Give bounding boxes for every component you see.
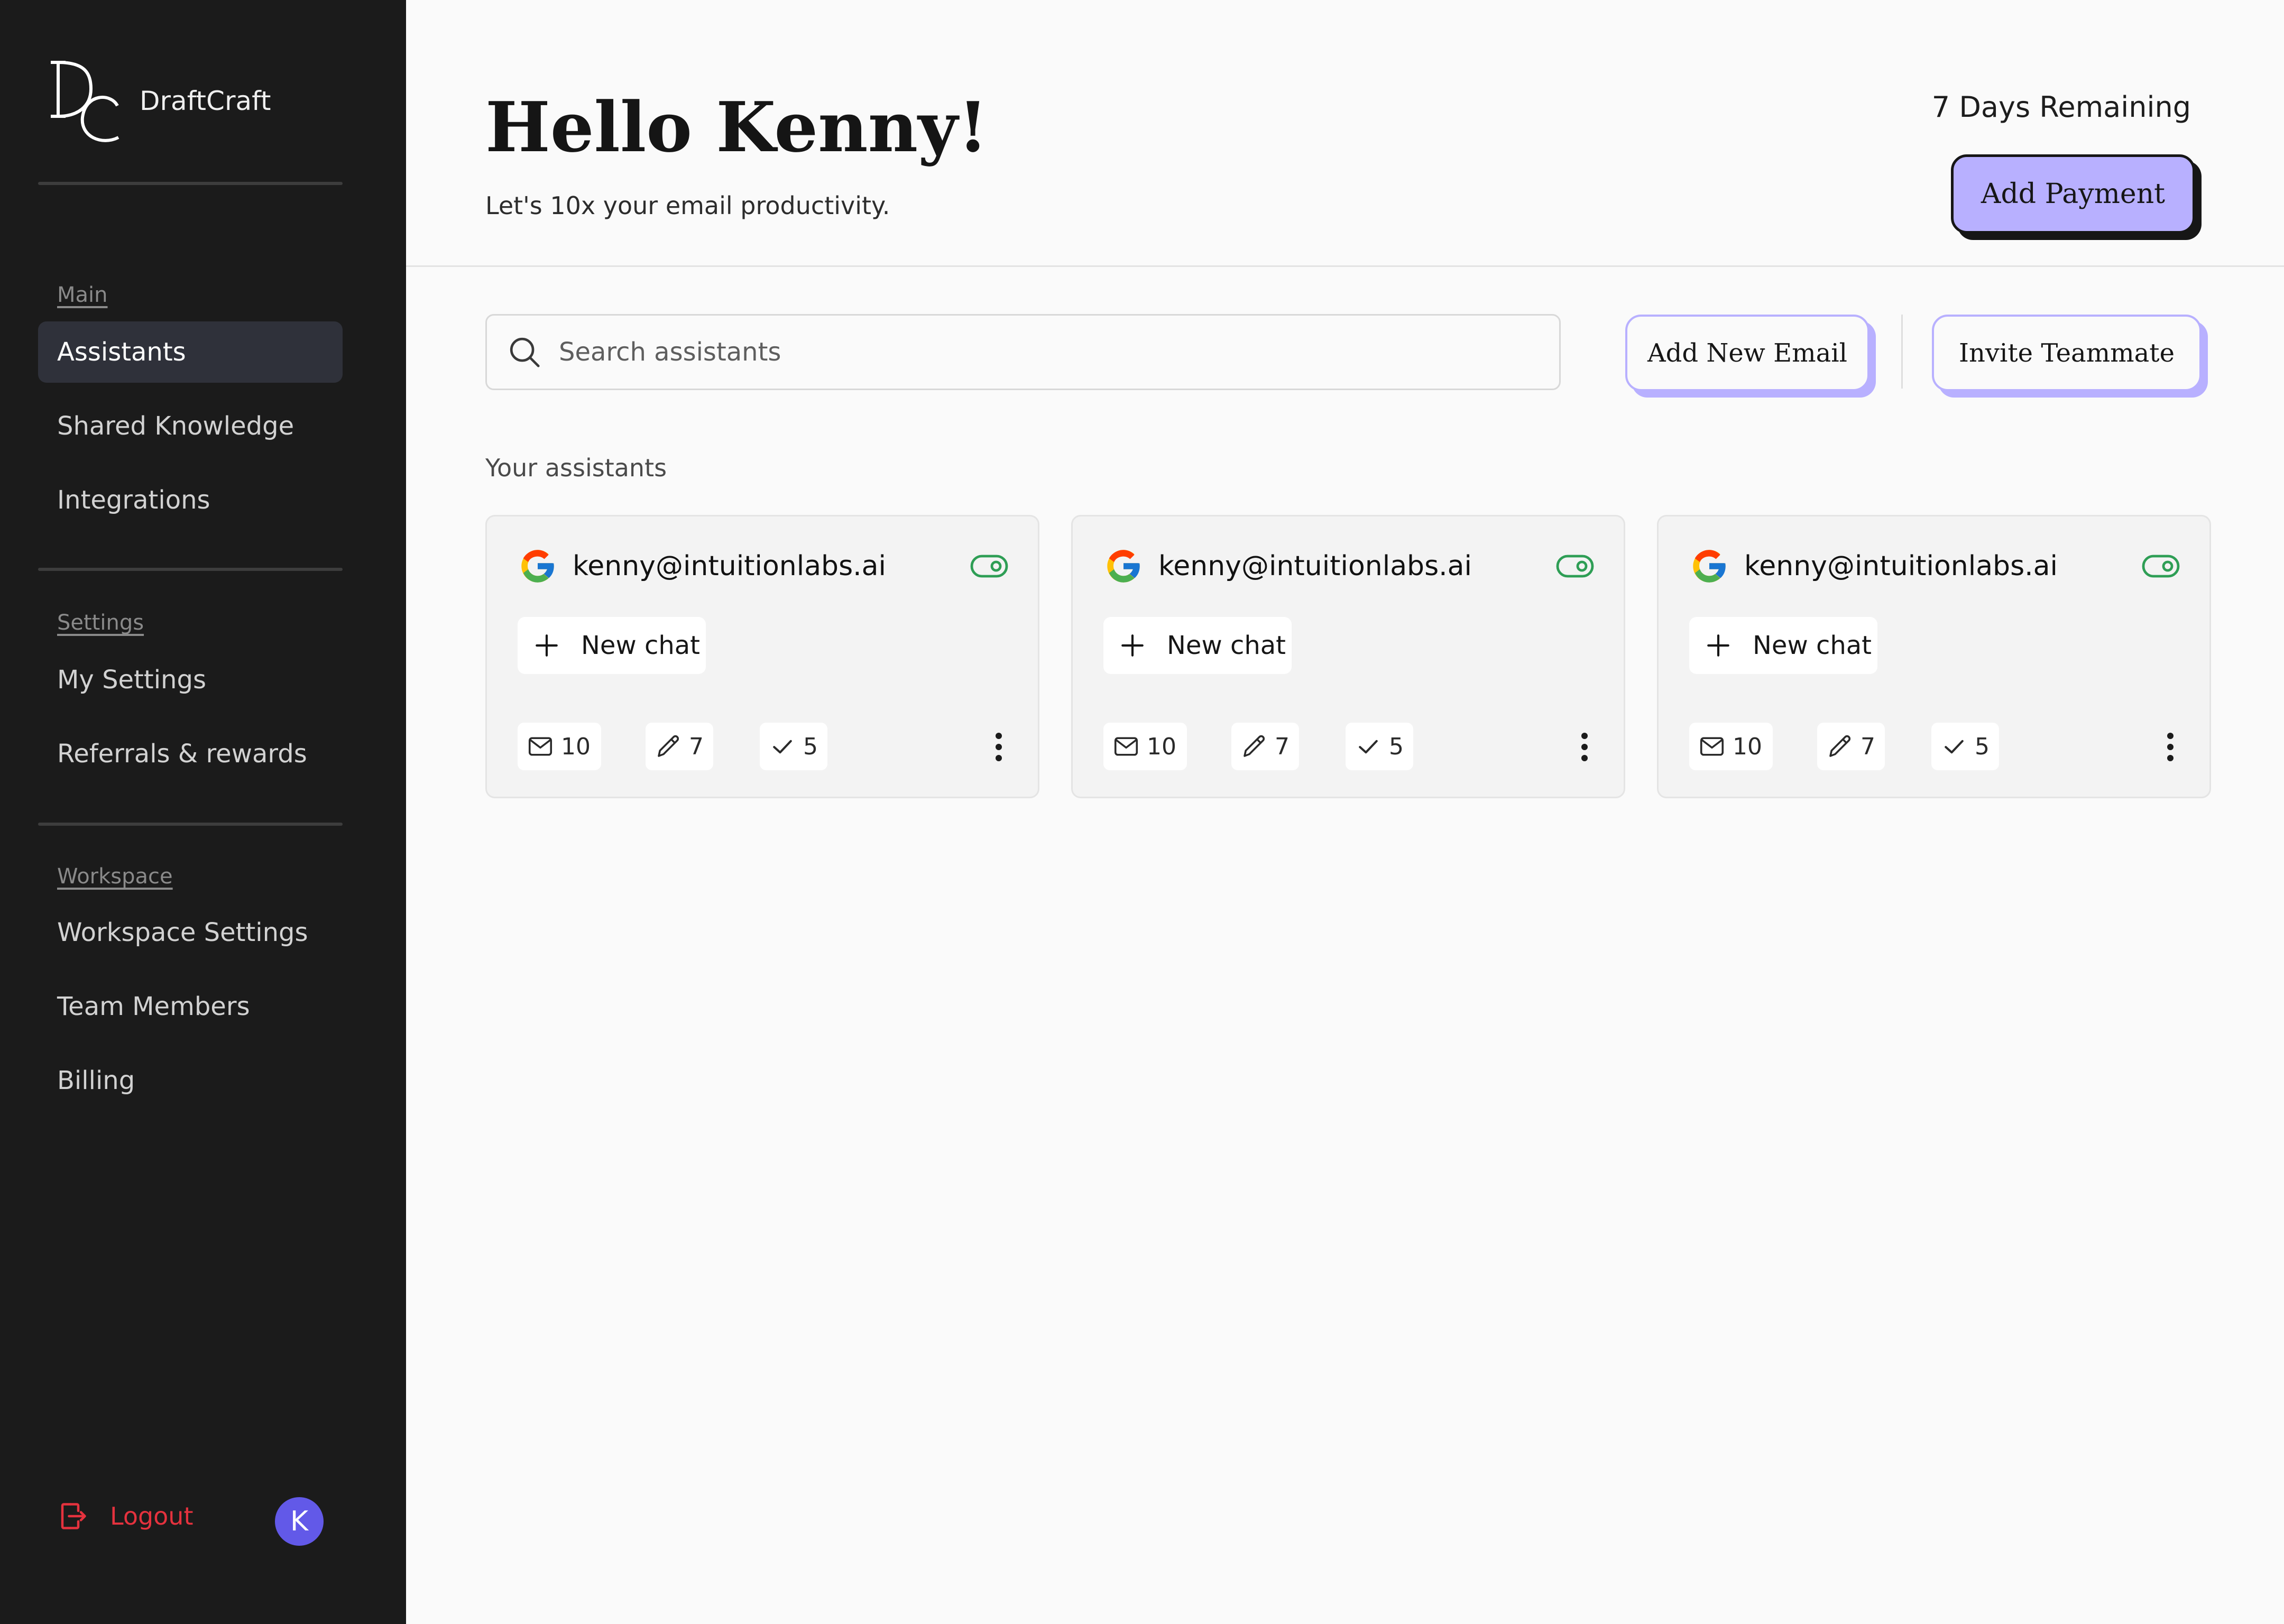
- section-label-workspace: Workspace: [57, 864, 173, 889]
- new-chat-button[interactable]: New chat: [1689, 617, 1877, 674]
- more-options-icon[interactable]: [992, 731, 1005, 763]
- emails-count: 10: [561, 733, 591, 760]
- drafts-count-badge: 7: [646, 723, 713, 770]
- emails-count-badge: 10: [518, 723, 601, 770]
- plus-icon: [1121, 634, 1144, 657]
- header-divider: [406, 265, 2284, 267]
- drafts-count: 7: [1861, 733, 1875, 760]
- sidebar-item-billing[interactable]: Billing: [38, 1050, 343, 1111]
- avatar[interactable]: K: [275, 1497, 324, 1546]
- sent-count-badge: 5: [760, 723, 827, 770]
- google-icon: [1693, 550, 1726, 583]
- google-icon: [1107, 550, 1140, 583]
- sidebar: DraftCraft Main Assistants Shared Knowle…: [0, 0, 406, 1624]
- logout-icon: [61, 1503, 86, 1529]
- sidebar-item-assistants[interactable]: Assistants: [38, 321, 343, 383]
- draftcraft-logo-icon: [51, 61, 119, 142]
- sidebar-divider: [38, 568, 343, 571]
- toggle-on-icon[interactable]: [970, 555, 1008, 578]
- new-chat-label: New chat: [1167, 631, 1286, 660]
- sent-count-badge: 5: [1346, 723, 1413, 770]
- emails-count-badge: 10: [1689, 723, 1773, 770]
- sidebar-item-my-settings[interactable]: My Settings: [38, 649, 343, 710]
- sent-count: 5: [1975, 733, 1990, 760]
- toolbar-divider: [1901, 315, 1903, 389]
- sidebar-item-team-members[interactable]: Team Members: [38, 976, 343, 1037]
- sidebar-item-referrals[interactable]: Referrals & rewards: [38, 723, 343, 785]
- section-label-settings: Settings: [57, 611, 144, 635]
- assistant-email: kenny@intuitionlabs.ai: [573, 550, 886, 582]
- page-subtitle: Let's 10x your email productivity.: [485, 191, 890, 220]
- sidebar-item-integrations[interactable]: Integrations: [38, 469, 343, 531]
- search-icon: [510, 337, 540, 367]
- search-input[interactable]: [558, 337, 1512, 367]
- emails-count-badge: 10: [1103, 723, 1187, 770]
- new-chat-label: New chat: [1753, 631, 1872, 660]
- sent-count-badge: 5: [1931, 723, 1999, 770]
- sent-count: 5: [803, 733, 818, 760]
- check-icon: [1359, 740, 1378, 754]
- invite-teammate-button[interactable]: Invite Teammate: [1932, 315, 2202, 391]
- more-options-icon[interactable]: [2164, 731, 2177, 763]
- assistant-email: kenny@intuitionlabs.ai: [1744, 550, 2058, 582]
- section-heading: Your assistants: [485, 454, 667, 482]
- page-title: Hello Kenny!: [485, 87, 988, 168]
- emails-count: 10: [1733, 733, 1762, 760]
- drafts-count-badge: 7: [1817, 723, 1885, 770]
- sidebar-item-shared-knowledge[interactable]: Shared Knowledge: [38, 395, 343, 457]
- emails-count: 10: [1147, 733, 1176, 760]
- search-box[interactable]: [485, 314, 1561, 390]
- add-new-email-button[interactable]: Add New Email: [1625, 315, 1869, 391]
- new-chat-label: New chat: [581, 631, 700, 660]
- pencil-icon: [658, 735, 679, 757]
- assistant-email: kenny@intuitionlabs.ai: [1158, 550, 1472, 582]
- assistant-card[interactable]: kenny@intuitionlabs.ai New chat 10 7 5: [1657, 515, 2211, 798]
- brand-name[interactable]: DraftCraft: [140, 88, 271, 114]
- more-options-icon[interactable]: [1578, 731, 1591, 763]
- pencil-icon: [1829, 735, 1851, 757]
- logout-label: Logout: [110, 1502, 194, 1530]
- sent-count: 5: [1389, 733, 1404, 760]
- check-icon: [1945, 740, 1964, 754]
- add-payment-button[interactable]: Add Payment: [1951, 154, 2195, 234]
- sidebar-item-workspace-settings[interactable]: Workspace Settings: [38, 902, 343, 963]
- new-chat-button[interactable]: New chat: [1103, 617, 1292, 674]
- plus-icon: [1707, 634, 1729, 657]
- logout-button[interactable]: Logout: [57, 1500, 194, 1532]
- drafts-count: 7: [1275, 733, 1290, 760]
- mail-icon: [1700, 737, 1724, 756]
- drafts-count: 7: [689, 733, 704, 760]
- trial-days-remaining: 7 Days Remaining: [1931, 90, 2191, 124]
- section-label-main: Main: [57, 283, 108, 307]
- toggle-on-icon[interactable]: [2142, 555, 2180, 578]
- assistant-card[interactable]: kenny@intuitionlabs.ai New chat 10 7 5: [485, 515, 1039, 798]
- mail-icon: [1114, 737, 1138, 756]
- pencil-icon: [1244, 735, 1265, 757]
- google-icon: [521, 550, 555, 583]
- assistant-card[interactable]: kenny@intuitionlabs.ai New chat 10 7 5: [1071, 515, 1625, 798]
- sidebar-divider: [38, 823, 343, 826]
- check-icon: [773, 740, 792, 754]
- sidebar-divider: [38, 182, 343, 185]
- toggle-on-icon[interactable]: [1556, 555, 1594, 578]
- drafts-count-badge: 7: [1231, 723, 1299, 770]
- plus-icon: [536, 634, 558, 657]
- new-chat-button[interactable]: New chat: [518, 617, 706, 674]
- mail-icon: [528, 737, 552, 756]
